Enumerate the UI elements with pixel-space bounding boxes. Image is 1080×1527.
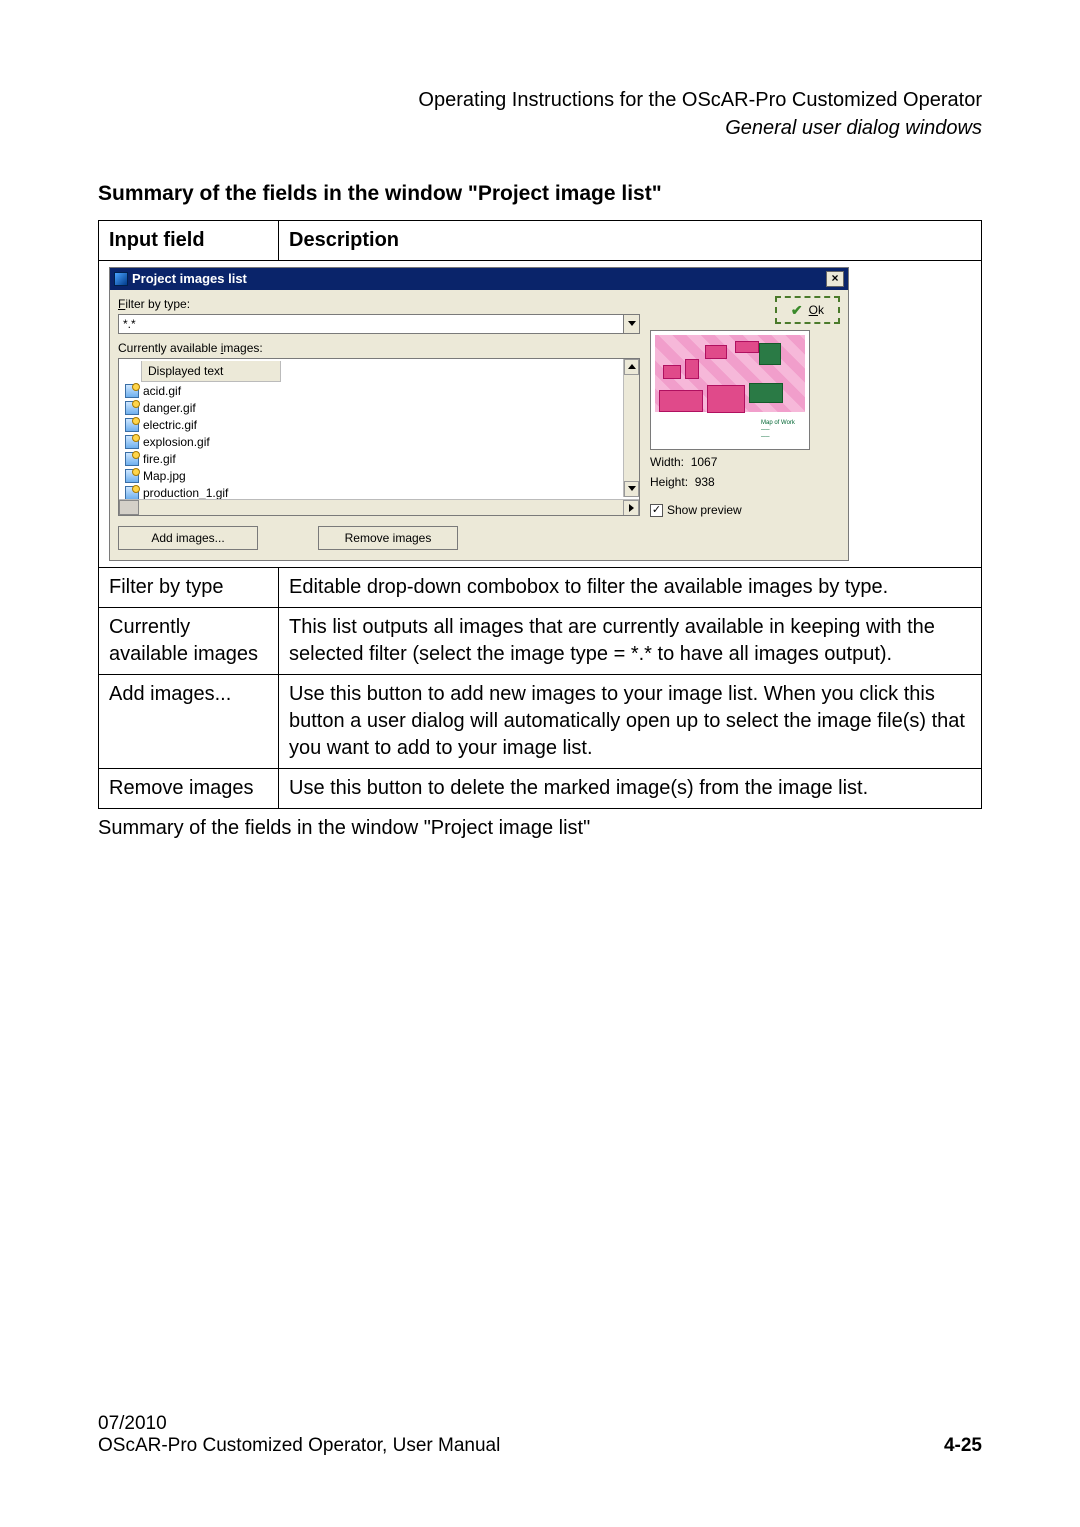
images-listbox[interactable]: Displayed text acid.gif danger.gif elect… — [118, 358, 640, 516]
image-icon — [125, 435, 139, 449]
scroll-thumb[interactable] — [119, 500, 139, 515]
field-name: Currently available images — [99, 608, 279, 675]
chevron-up-icon — [628, 364, 636, 369]
doc-title: Operating Instructions for the OScAR-Pro… — [98, 86, 982, 114]
field-desc: Use this button to add new images to you… — [279, 675, 982, 769]
chevron-right-icon — [629, 504, 634, 512]
footer-doc: OScAR-Pro Customized Operator, User Manu… — [98, 1435, 500, 1457]
app-icon — [114, 272, 128, 286]
close-button[interactable]: × — [826, 271, 844, 287]
chevron-down-icon — [628, 321, 636, 326]
check-icon: ✔ — [791, 301, 803, 320]
field-name: Filter by type — [99, 568, 279, 608]
filter-by-type-combo[interactable]: *.* — [118, 314, 640, 334]
field-name: Add images... — [99, 675, 279, 769]
scroll-up-button[interactable] — [624, 359, 639, 375]
list-column-header: Displayed text — [141, 361, 281, 382]
section-heading: Summary of the fields in the window "Pro… — [98, 182, 982, 206]
filter-by-type-label: Filter by type: — [118, 296, 640, 312]
field-desc: This list outputs all images that are cu… — [279, 608, 982, 675]
image-icon — [125, 452, 139, 466]
image-icon — [125, 486, 139, 500]
height-label: Height: — [650, 475, 688, 489]
image-icon — [125, 401, 139, 415]
scroll-right-button[interactable] — [623, 500, 639, 516]
field-name: Remove images — [99, 769, 279, 809]
image-icon — [125, 384, 139, 398]
table-caption: Summary of the fields in the window "Pro… — [98, 817, 982, 840]
table-row: Add images... Use this button to add new… — [99, 675, 982, 769]
height-value: 938 — [695, 475, 715, 489]
list-item[interactable]: danger.gif — [121, 399, 621, 416]
field-desc: Editable drop-down combobox to filter th… — [279, 568, 982, 608]
table-row: Currently available images This list out… — [99, 608, 982, 675]
vertical-scrollbar[interactable] — [623, 359, 639, 497]
currently-available-images-label: Currently available images: — [118, 340, 640, 356]
table-row: Filter by type Editable drop-down combob… — [99, 568, 982, 608]
doc-subtitle: General user dialog windows — [98, 114, 982, 142]
project-images-dialog: Project images list × Filter by type: *.… — [109, 267, 849, 561]
chevron-down-icon — [628, 486, 636, 491]
page-number: 4-25 — [944, 1435, 982, 1457]
preview-legend: Map of Work──── — [761, 420, 801, 441]
ok-button[interactable]: ✔ Ok — [775, 296, 840, 325]
table-row: Remove images Use this button to delete … — [99, 769, 982, 809]
col-input-field: Input field — [99, 221, 279, 261]
show-preview-checkbox[interactable]: ✓ — [650, 504, 663, 517]
add-images-button[interactable]: Add images... — [118, 526, 258, 550]
field-desc: Use this button to delete the marked ima… — [279, 769, 982, 809]
horizontal-scrollbar[interactable] — [119, 499, 639, 515]
width-value: 1067 — [691, 455, 718, 469]
show-preview-label: Show preview — [667, 502, 742, 518]
footer-date: 07/2010 — [98, 1413, 500, 1435]
list-item[interactable]: acid.gif — [121, 382, 621, 399]
list-item[interactable]: Map.jpg — [121, 467, 621, 484]
col-description: Description — [279, 221, 982, 261]
dialog-title: Project images list — [132, 270, 247, 288]
image-preview: Map of Work──── — [650, 330, 810, 450]
fields-table: Input field Description Project images l… — [98, 220, 982, 809]
scroll-down-button[interactable] — [624, 481, 639, 497]
image-icon — [125, 418, 139, 432]
list-item[interactable]: electric.gif — [121, 416, 621, 433]
combo-dropdown-button[interactable] — [623, 315, 639, 333]
remove-images-button[interactable]: Remove images — [318, 526, 458, 550]
width-label: Width: — [650, 455, 684, 469]
list-item[interactable]: fire.gif — [121, 450, 621, 467]
list-item[interactable]: explosion.gif — [121, 433, 621, 450]
image-icon — [125, 469, 139, 483]
filter-value: *.* — [119, 316, 623, 332]
